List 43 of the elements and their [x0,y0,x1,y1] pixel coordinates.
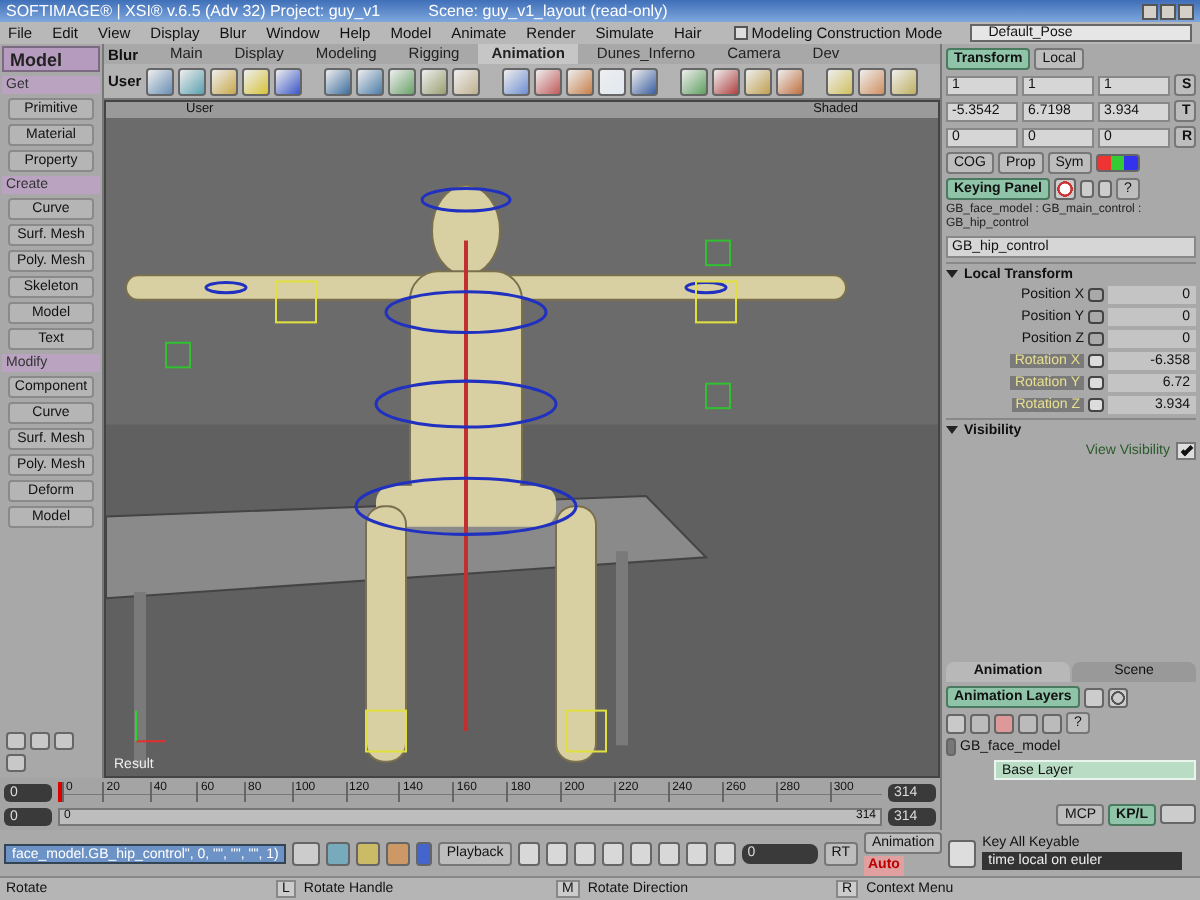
no-key-icon[interactable] [1053,178,1076,200]
toolbar-icon[interactable] [209,67,238,95]
null-marker [705,382,731,410]
expand-triangle-icon[interactable] [946,426,958,434]
toolbar-icon[interactable] [177,67,206,95]
toolbar-icon[interactable] [323,67,352,95]
axis-icon [135,710,166,743]
toolbar-icon[interactable] [419,67,448,95]
window-title: SOFTIMAGE® | XSI® v.6.5 (Adv 32) Project: guy_v1 [6,2,381,20]
toolbar-icon[interactable] [533,67,562,95]
toolbar-icon[interactable] [743,67,772,95]
animated-key-icon[interactable] [1088,376,1104,390]
animated-key-icon[interactable] [1088,354,1104,368]
scene-title: Scene: guy_v1_layout (read-only) [428,2,668,20]
animated-key-icon[interactable] [1088,398,1104,412]
expand-triangle-icon[interactable] [946,270,958,278]
null-marker [705,239,731,267]
toolbar-icon[interactable] [857,67,886,95]
axis-toggle-icon[interactable] [1095,154,1140,172]
close-button[interactable] [1178,3,1194,19]
toolbar-icon[interactable] [565,67,594,95]
toolbar-icon[interactable] [241,67,270,95]
toolbar-icon[interactable] [679,67,708,95]
toolbar-icon[interactable] [629,67,658,95]
module-dropdown[interactable]: Model [2,46,100,72]
layout-icon[interactable] [1160,804,1196,824]
checkbox[interactable] [733,26,748,40]
toolbar-icon[interactable] [889,67,918,95]
check-mark-icon [1179,443,1193,457]
checkbox[interactable] [1176,442,1196,460]
toolbar-icon[interactable] [501,67,530,95]
toolbar-icon[interactable] [145,67,174,95]
toolbar-icon[interactable] [775,67,804,95]
toolbar-icon[interactable] [355,67,384,95]
toolbar-icon[interactable] [597,67,626,95]
null-marker [165,341,191,369]
toolbar-icon[interactable] [825,67,854,95]
toolbar-icon[interactable] [451,67,480,95]
toolbar-icon[interactable] [387,67,416,95]
maximize-button[interactable] [1160,3,1176,19]
minimize-button[interactable] [1142,3,1158,19]
toolbar-icon[interactable] [273,67,302,95]
toolbar-icon[interactable] [711,67,740,95]
